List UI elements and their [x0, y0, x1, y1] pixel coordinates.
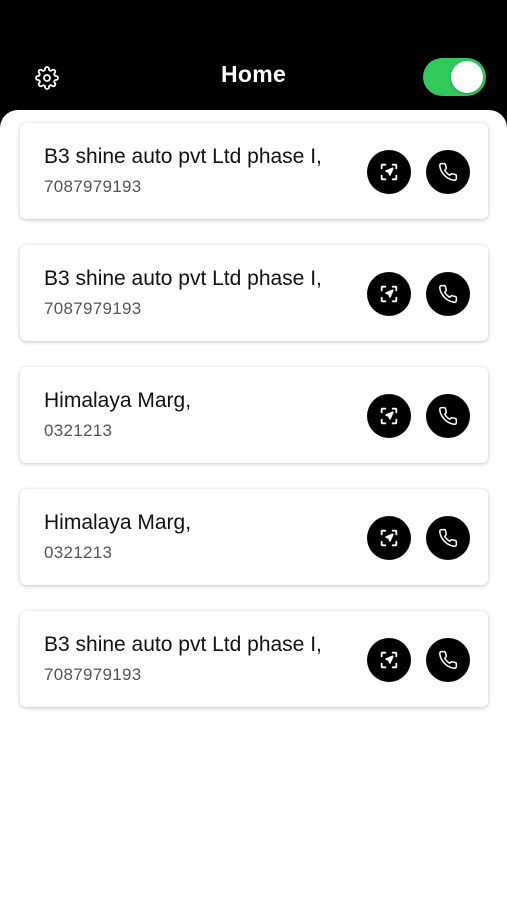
location-name: Himalaya Marg, — [44, 389, 192, 412]
navigate-icon — [380, 651, 398, 669]
main-content: B3 shine auto pvt Ltd phase I, 708797919… — [0, 110, 507, 900]
location-name: B3 shine auto pvt Ltd phase I, — [44, 145, 322, 168]
top-bar: Home — [0, 0, 507, 120]
location-name: B3 shine auto pvt Ltd phase I, — [44, 633, 322, 656]
call-button[interactable] — [426, 638, 470, 682]
phone-icon — [439, 406, 458, 426]
navigate-icon — [380, 163, 398, 181]
location-phone: 7087979193 — [44, 665, 142, 684]
navigate-icon — [380, 407, 398, 425]
location-name: Himalaya Marg, — [44, 511, 192, 534]
location-card[interactable]: B3 shine auto pvt Ltd phase I, 708797919… — [20, 123, 488, 219]
call-button[interactable] — [426, 150, 470, 194]
location-phone: 7087979193 — [44, 299, 142, 318]
call-button[interactable] — [426, 516, 470, 560]
navigate-button[interactable] — [367, 394, 411, 438]
location-card[interactable]: B3 shine auto pvt Ltd phase I, 708797919… — [20, 245, 488, 341]
call-button[interactable] — [426, 394, 470, 438]
location-card[interactable]: Himalaya Marg, 0321213 — [20, 489, 488, 585]
navigate-icon — [380, 529, 398, 547]
navigate-button[interactable] — [367, 272, 411, 316]
location-phone: 7087979193 — [44, 177, 142, 196]
status-toggle[interactable] — [423, 58, 486, 96]
toggle-knob — [451, 61, 483, 93]
location-card[interactable]: B3 shine auto pvt Ltd phase I, 708797919… — [20, 611, 488, 707]
phone-icon — [439, 162, 458, 182]
navigate-button[interactable] — [367, 638, 411, 682]
call-button[interactable] — [426, 272, 470, 316]
phone-icon — [439, 284, 458, 304]
navigate-icon — [380, 285, 398, 303]
navigate-button[interactable] — [367, 516, 411, 560]
location-phone: 0321213 — [44, 543, 113, 562]
location-card[interactable]: Himalaya Marg, 0321213 — [20, 367, 488, 463]
navigate-button[interactable] — [367, 150, 411, 194]
phone-icon — [439, 528, 458, 548]
phone-icon — [439, 650, 458, 670]
location-phone: 0321213 — [44, 421, 113, 440]
location-name: B3 shine auto pvt Ltd phase I, — [44, 267, 322, 290]
